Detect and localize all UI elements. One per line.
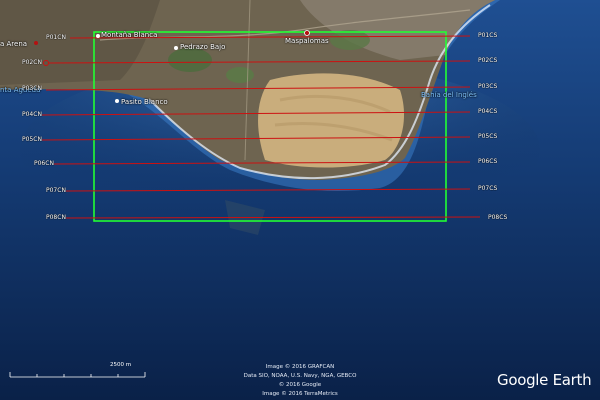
pin-pasito-blanco-icon[interactable] — [115, 99, 119, 103]
transect-label-p04cn: P04CN — [22, 111, 42, 118]
place-label-maspalomas: Maspalomas — [285, 37, 329, 45]
place-label-montana-blanca: Montaña Blanca — [101, 31, 158, 39]
transect-label-p07cs: P07CS — [478, 185, 498, 192]
pin-maspalomas-icon[interactable] — [304, 30, 310, 36]
satellite-imagery — [0, 0, 600, 400]
transect-label-p05cs: P05CS — [478, 133, 498, 140]
transect-label-p01cn: P01CN — [46, 34, 66, 41]
transect-label-p08cs: P08CS — [488, 214, 508, 221]
pin-arena-icon[interactable] — [34, 41, 38, 45]
attribution-line-2: Data SIO, NOAA, U.S. Navy, NGA, GEBCO — [243, 373, 357, 379]
vegetation-patch — [168, 48, 212, 72]
place-label-arena: a Arena — [0, 40, 28, 48]
transect-label-p02cs: P02CS — [478, 57, 498, 64]
attribution-line-1: Image © 2016 GRAFCAN — [265, 364, 335, 370]
transect-label-p08cn: P08CN — [46, 214, 66, 221]
attribution-line-3: © 2016 Google — [278, 382, 322, 388]
transect-label-p04cs: P04CS — [478, 108, 498, 115]
map-view[interactable]: Montaña Blanca Pedrazo Bajo Maspalomas a… — [0, 0, 600, 400]
transect-label-p03cn: P03CN — [22, 85, 42, 92]
attribution-line-4: Image © 2016 TerraMetrics — [262, 391, 338, 397]
transect-label-p06cs: P06CS — [478, 158, 498, 165]
transect-label-p05cn: P05CN — [22, 136, 42, 143]
place-label-bahia: Bahía del Inglés — [421, 91, 477, 99]
pin-pedrazo-bajo-icon[interactable] — [174, 46, 178, 50]
place-label-pasito-blanco: Pasito Blanco — [121, 98, 168, 106]
place-label-pedrazo-bajo: Pedrazo Bajo — [180, 43, 226, 51]
transect-label-p01cs: P01CS — [478, 32, 498, 39]
transect-label-p06cn: P06CN — [34, 160, 54, 167]
transect-label-p02cn: P02CN — [22, 59, 42, 66]
transect-label-p03cs: P03CS — [478, 83, 498, 90]
pin-montana-blanca-icon[interactable] — [96, 34, 100, 38]
scale-bar-label: 2500 m — [110, 362, 132, 368]
transect-label-p07cn: P07CN — [46, 187, 66, 194]
google-earth-logo: Google Earth — [497, 371, 592, 389]
